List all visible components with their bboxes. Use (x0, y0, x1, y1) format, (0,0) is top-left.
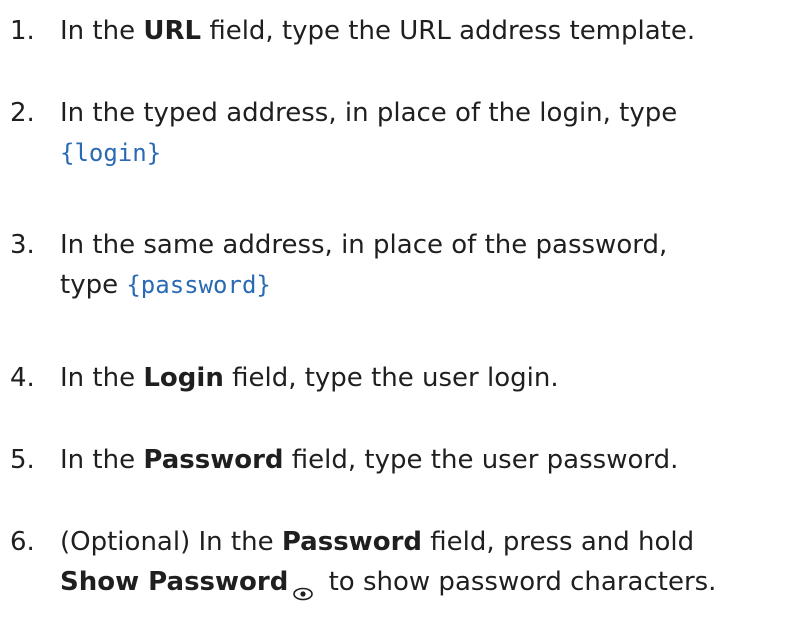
step-number: 1. (10, 16, 35, 46)
field-name-url: URL (143, 16, 202, 46)
step-4: 4. In the Login field, type the user log… (0, 355, 812, 445)
step-text: In the Password field, type the user pas… (60, 443, 678, 477)
step-text-line2: {login} (60, 136, 161, 170)
eye-icon (292, 576, 314, 600)
text: field, type the user password. (283, 445, 679, 475)
text: In the (60, 445, 144, 475)
text: field, type the user login. (223, 363, 559, 393)
step-1: 1. In the URL field, type the URL addres… (0, 8, 812, 98)
show-password-label: Show Password (60, 567, 289, 597)
field-name-password: Password (281, 527, 422, 557)
step-text: (Optional) In the Password field, press … (60, 525, 694, 559)
step-text: In the typed address, in place of the lo… (60, 98, 678, 128)
text: to show password characters. (320, 567, 717, 597)
code-login: {login} (60, 139, 162, 167)
step-text: In the Login field, type the user login. (60, 361, 559, 395)
text: field, type the URL address template. (201, 16, 696, 46)
step-text-line2: type {password} (60, 268, 271, 302)
step-number: 4. (10, 363, 35, 393)
text: In the (60, 363, 144, 393)
step-number: 3. (10, 230, 35, 260)
code-password: {password} (126, 271, 271, 299)
step-5: 5. In the Password field, type the user … (0, 437, 812, 527)
step-text-line2: Show Password to show password character… (60, 565, 717, 600)
field-name-password: Password (143, 445, 284, 475)
text: (Optional) In the (60, 527, 282, 557)
step-number: 5. (10, 445, 35, 475)
field-name-login: Login (143, 363, 224, 393)
text: In the (60, 16, 144, 46)
step-number: 2. (10, 98, 35, 128)
text: type (60, 270, 127, 300)
step-2: 2. In the typed address, in place of the… (0, 90, 812, 180)
step-number: 6. (10, 527, 35, 557)
text: field, press and hold (422, 527, 695, 557)
step-6: 6. (Optional) In the Password field, pre… (0, 519, 812, 609)
step-text: In the URL field, type the URL address t… (60, 14, 695, 48)
step-3: 3. In the same address, in place of the … (0, 222, 812, 312)
step-text: In the same address, in place of the pas… (60, 230, 668, 260)
